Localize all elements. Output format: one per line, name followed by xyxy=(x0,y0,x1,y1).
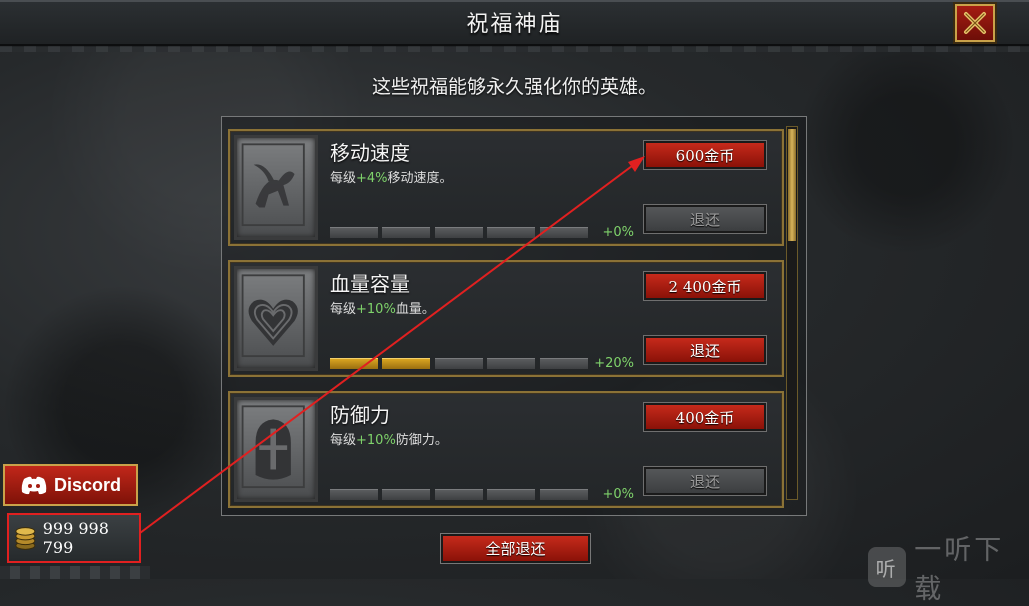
bonus-value: +0% xyxy=(602,225,634,240)
desc-prefix: 每级 xyxy=(330,433,357,448)
desc-suffix: 防御力。 xyxy=(395,433,448,448)
desc-prefix: 每级 xyxy=(330,302,357,317)
blessing-row-defense: 防御力 每级+10%防御力。 +0% 400金币 退还 xyxy=(228,391,784,508)
level-segment xyxy=(540,489,588,500)
gold-balance: 999 998 799 xyxy=(7,513,141,563)
title-bar-edge xyxy=(0,46,1029,52)
page-title: 祝福神庙 xyxy=(466,12,563,37)
title-bar: 祝福神庙 xyxy=(0,0,1029,52)
desc-prefix: 每级 xyxy=(330,171,357,186)
desc-suffix: 移动速度。 xyxy=(387,171,453,186)
watermark: 听 一听下载 xyxy=(868,528,1029,606)
discord-button[interactable]: Discord xyxy=(3,464,138,506)
watermark-logo: 听 xyxy=(868,547,907,587)
blessing-name: 移动速度 xyxy=(330,141,410,165)
page-subtitle: 这些祝福能够永久强化你的英雄。 xyxy=(371,76,657,98)
blessing-description: 每级+10%血量。 xyxy=(330,298,435,317)
buy-button[interactable]: 2 400金币 xyxy=(643,271,767,301)
refund-button[interactable]: 退还 xyxy=(643,335,767,365)
level-progress xyxy=(330,489,590,500)
level-segment xyxy=(382,227,430,238)
level-segment-filled xyxy=(382,358,430,369)
blessing-row-health: 血量容量 每级+10%血量。 +20% 2 400金币 退还 xyxy=(228,260,784,377)
level-segment xyxy=(330,227,378,238)
watermark-text: 一听下载 xyxy=(914,535,1005,605)
desc-percent: +10% xyxy=(356,302,396,317)
level-segment xyxy=(435,489,483,500)
blessing-name: 血量容量 xyxy=(330,272,410,296)
discord-icon xyxy=(21,476,47,495)
blessing-description: 每级+10%防御力。 xyxy=(330,429,448,448)
pegasus-icon xyxy=(234,135,318,240)
close-icon xyxy=(964,12,986,34)
blessing-row-move-speed: 移动速度 每级+4%移动速度。 +0% 600金币 退还 xyxy=(228,129,784,246)
level-segment xyxy=(540,227,588,238)
scroll-thumb[interactable] xyxy=(788,129,796,241)
level-segment xyxy=(330,489,378,500)
blessing-name: 防御力 xyxy=(330,403,390,427)
heart-icon xyxy=(234,266,318,371)
level-progress xyxy=(330,358,590,369)
gold-amount: 999 998 799 xyxy=(42,519,109,557)
level-segment xyxy=(487,489,535,500)
level-segment xyxy=(487,358,535,369)
bonus-value: +0% xyxy=(602,487,634,502)
list-scrollbar[interactable] xyxy=(786,126,798,500)
level-segment xyxy=(435,227,483,238)
blessing-description: 每级+4%移动速度。 xyxy=(330,167,453,186)
desc-percent: +10% xyxy=(356,433,396,448)
refund-button[interactable]: 退还 xyxy=(643,466,767,496)
close-button[interactable] xyxy=(955,4,995,42)
level-segment xyxy=(487,227,535,238)
buy-button[interactable]: 600金币 xyxy=(643,140,767,170)
helmet-icon xyxy=(234,397,318,502)
level-segment xyxy=(435,358,483,369)
level-segment xyxy=(540,358,588,369)
level-progress xyxy=(330,227,590,238)
bonus-value: +20% xyxy=(594,356,634,371)
frame-edge xyxy=(0,566,150,579)
desc-percent: +4% xyxy=(356,171,388,186)
discord-label: Discord xyxy=(53,474,122,495)
level-segment-filled xyxy=(330,358,378,369)
gold-coins-icon xyxy=(15,527,36,550)
refund-button[interactable]: 退还 xyxy=(643,204,767,234)
desc-suffix: 血量。 xyxy=(395,302,435,317)
buy-button[interactable]: 400金币 xyxy=(643,402,767,432)
reset-all-button[interactable]: 全部退还 xyxy=(440,533,591,564)
level-segment xyxy=(382,489,430,500)
